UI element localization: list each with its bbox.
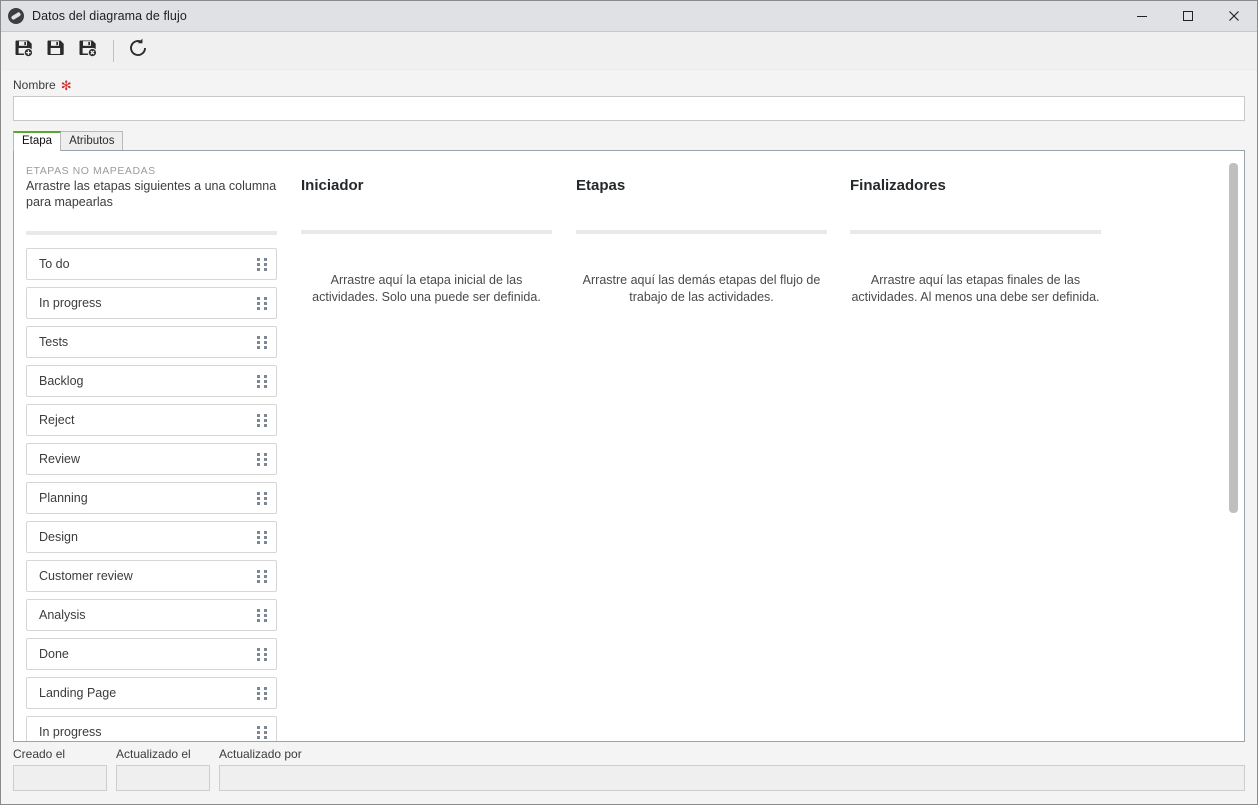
window-controls — [1119, 1, 1257, 32]
stage-card-label: Landing Page — [39, 686, 117, 700]
updated-on-field: Actualizado el — [116, 747, 210, 791]
toolbar — [1, 32, 1257, 70]
list-item[interactable]: Customer review — [26, 560, 277, 592]
name-input[interactable] — [13, 96, 1245, 121]
column-iniciador[interactable]: Iniciador Arrastre aquí la etapa inicial… — [301, 165, 552, 741]
drag-handle-icon[interactable] — [257, 491, 267, 505]
updated-by-label: Actualizado por — [219, 747, 302, 761]
column-iniciador-drop-hint: Arrastre aquí la etapa inicial de las ac… — [312, 273, 541, 304]
drag-handle-icon[interactable] — [257, 452, 267, 466]
stage-card-label: In progress — [39, 296, 102, 310]
flow-diagram-data-window: Datos del diagrama de flujo Nombre ✻ Eta… — [0, 0, 1258, 805]
unmapped-card-list: To do In progress Tests Backlog Reject R… — [26, 235, 277, 741]
refresh-button[interactable] — [123, 36, 153, 66]
refresh-icon — [127, 37, 149, 64]
drag-handle-icon[interactable] — [257, 374, 267, 388]
save-and-close-button[interactable] — [73, 36, 103, 66]
stage-mapping-panel: ETAPAS NO MAPEADAS Arrastre las etapas s… — [13, 150, 1245, 742]
list-item[interactable]: Tests — [26, 326, 277, 358]
column-unmapped-stages: ETAPAS NO MAPEADAS Arrastre las etapas s… — [26, 165, 277, 741]
list-item[interactable]: Backlog — [26, 365, 277, 397]
drag-handle-icon[interactable] — [257, 725, 267, 739]
stage-card-label: Customer review — [39, 569, 133, 583]
updated-on-label: Actualizado el — [116, 747, 191, 761]
updated-by-field: Actualizado por — [219, 747, 1245, 791]
list-item[interactable]: Planning — [26, 482, 277, 514]
toolbar-separator — [113, 39, 114, 62]
floppy-disk-close-icon — [77, 37, 99, 64]
stage-board: ETAPAS NO MAPEADAS Arrastre las etapas s… — [14, 151, 1244, 741]
stage-card-label: Reject — [39, 413, 75, 427]
close-button[interactable] — [1211, 1, 1257, 32]
tab-atributos[interactable]: Atributos — [60, 131, 124, 151]
list-item[interactable]: Landing Page — [26, 677, 277, 709]
stage-card-label: Review — [39, 452, 80, 466]
created-on-input — [13, 765, 107, 791]
name-label-text: Nombre — [13, 78, 56, 92]
window-title: Datos del diagrama de flujo — [32, 9, 187, 23]
required-asterisk-icon: ✻ — [60, 77, 72, 93]
floppy-disk-add-icon — [13, 37, 35, 64]
stage-card-label: Planning — [39, 491, 88, 505]
name-form-area: Nombre ✻ — [1, 70, 1257, 121]
stage-card-label: Backlog — [39, 374, 84, 388]
drag-handle-icon[interactable] — [257, 335, 267, 349]
stage-card-label: Design — [39, 530, 78, 544]
column-title: Iniciador — [301, 177, 364, 194]
updated-on-input — [116, 765, 210, 791]
column-finalizadores-drop-hint: Arrastre aquí las etapas finales de las … — [851, 273, 1100, 304]
minimize-button[interactable] — [1119, 1, 1165, 32]
drag-handle-icon[interactable] — [257, 296, 267, 310]
floppy-disk-icon — [45, 37, 67, 64]
vertical-scrollbar[interactable] — [1229, 157, 1238, 735]
column-etapas-drop-hint: Arrastre aquí las demás etapas del flujo… — [582, 273, 821, 304]
title-bar: Datos del diagrama de flujo — [1, 1, 1257, 32]
tab-content-wrap: ETAPAS NO MAPEADAS Arrastre las etapas s… — [1, 150, 1257, 742]
tab-etapa[interactable]: Etapa — [13, 131, 62, 151]
list-item[interactable]: Analysis — [26, 599, 277, 631]
drag-handle-icon[interactable] — [257, 686, 267, 700]
stage-card-label: In progress — [39, 725, 102, 739]
list-item[interactable]: Review — [26, 443, 277, 475]
list-item[interactable]: In progress — [26, 716, 277, 741]
drag-handle-icon[interactable] — [257, 608, 267, 622]
scrollbar-thumb[interactable] — [1229, 163, 1238, 513]
name-field-label: Nombre ✻ — [13, 78, 1245, 92]
save-and-new-button[interactable] — [9, 36, 39, 66]
list-item[interactable]: Design — [26, 521, 277, 553]
column-finalizadores[interactable]: Finalizadores Arrastre aquí las etapas f… — [850, 165, 1101, 741]
stage-card-label: Analysis — [39, 608, 86, 622]
globe-icon — [8, 8, 24, 24]
save-button[interactable] — [41, 36, 71, 66]
column-unmapped-subtitle: Arrastre las etapas siguientes a una col… — [26, 179, 277, 209]
list-item[interactable]: In progress — [26, 287, 277, 319]
stage-card-label: Done — [39, 647, 69, 661]
column-unmapped-header: ETAPAS NO MAPEADAS Arrastre las etapas s… — [26, 165, 277, 217]
column-title: Finalizadores — [850, 177, 946, 194]
list-item[interactable]: To do — [26, 248, 277, 280]
audit-footer: Creado el Actualizado el Actualizado por — [1, 742, 1257, 804]
column-finalizadores-header: Finalizadores — [850, 165, 1101, 217]
column-iniciador-header: Iniciador — [301, 165, 552, 217]
drag-handle-icon[interactable] — [257, 569, 267, 583]
created-on-field: Creado el — [13, 747, 107, 791]
list-item[interactable]: Done — [26, 638, 277, 670]
stage-card-label: To do — [39, 257, 70, 271]
drag-handle-icon[interactable] — [257, 647, 267, 661]
updated-by-input — [219, 765, 1245, 791]
column-etapas[interactable]: Etapas Arrastre aquí las demás etapas de… — [576, 165, 827, 741]
drag-handle-icon[interactable] — [257, 413, 267, 427]
column-title: Etapas — [576, 177, 626, 194]
created-on-label: Creado el — [13, 747, 66, 761]
column-unmapped-kicker: ETAPAS NO MAPEADAS — [26, 165, 156, 177]
tab-bar: Etapa Atributos — [1, 121, 1257, 151]
drag-handle-icon[interactable] — [257, 530, 267, 544]
maximize-button[interactable] — [1165, 1, 1211, 32]
drag-handle-icon[interactable] — [257, 257, 267, 271]
column-etapas-header: Etapas — [576, 165, 827, 217]
list-item[interactable]: Reject — [26, 404, 277, 436]
stage-card-label: Tests — [39, 335, 69, 349]
